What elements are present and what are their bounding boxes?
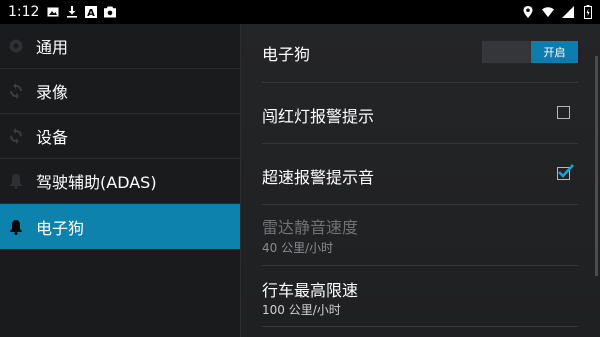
- sidebar-item-adas[interactable]: 驾驶辅助(ADAS): [0, 159, 240, 204]
- sidebar: 通用 录像 设备 驾驶辅助(ADAS) 电子狗: [0, 24, 241, 337]
- sidebar-item-label: 通用: [36, 38, 69, 57]
- settings-panel: 电子狗 开启 闯红灯报警提示 超速报警提示音 雷达静音速度 40 公里/小时 行…: [241, 24, 600, 337]
- red-light-checkbox[interactable]: [557, 106, 570, 119]
- camera-icon: [104, 6, 117, 18]
- setting-title: 电子狗: [262, 45, 311, 64]
- sidebar-item-label: 录像: [36, 83, 69, 102]
- status-bar: 1:12 A: [0, 0, 600, 24]
- status-time: 1:12: [8, 4, 40, 20]
- image-icon: [47, 6, 59, 18]
- download-icon: [66, 6, 78, 18]
- sidebar-item-label: 驾驶辅助(ADAS): [36, 173, 157, 192]
- check-icon: [558, 164, 574, 178]
- sidebar-item-label: 设备: [36, 128, 69, 147]
- toggle-on-label: 开启: [531, 41, 578, 63]
- battery-icon: [582, 5, 594, 19]
- setting-title: 行车最高限速: [262, 281, 359, 300]
- edog-toggle[interactable]: 开启: [482, 41, 578, 63]
- sidebar-item-device[interactable]: 设备: [0, 114, 240, 159]
- gear-icon: [8, 38, 24, 54]
- setting-title: 闯红灯报警提示: [262, 107, 375, 126]
- overspeed-sound-checkbox[interactable]: [557, 164, 574, 180]
- setting-title: 超速报警提示音: [262, 168, 375, 187]
- setting-edog[interactable]: 电子狗 开启: [262, 24, 578, 83]
- sync-icon: [8, 83, 24, 99]
- svg-text:A: A: [88, 8, 96, 18]
- sidebar-item-recording[interactable]: 录像: [0, 69, 240, 114]
- location-icon: [522, 6, 534, 18]
- setting-value: 100 公里/小时: [262, 303, 341, 317]
- wifi-icon: [542, 6, 554, 18]
- setting-value: 40 公里/小时: [262, 241, 334, 255]
- setting-overspeed-sound[interactable]: 超速报警提示音: [262, 143, 578, 205]
- sidebar-item-edog[interactable]: 电子狗: [0, 204, 240, 249]
- signal-icon: [562, 6, 574, 18]
- sidebar-item-general[interactable]: 通用: [0, 24, 240, 69]
- setting-red-light[interactable]: 闯红灯报警提示: [262, 82, 578, 144]
- a-icon: A: [85, 6, 98, 18]
- bell-icon: [8, 173, 24, 189]
- sync-icon: [8, 128, 24, 144]
- sidebar-item-label: 电子狗: [36, 218, 85, 238]
- setting-radar-mute: 雷达静音速度 40 公里/小时: [262, 204, 578, 266]
- setting-max-speed[interactable]: 行车最高限速 100 公里/小时: [262, 265, 578, 327]
- bell-icon: [8, 219, 24, 235]
- scrollbar[interactable]: [595, 56, 598, 276]
- setting-title: 雷达静音速度: [262, 218, 359, 237]
